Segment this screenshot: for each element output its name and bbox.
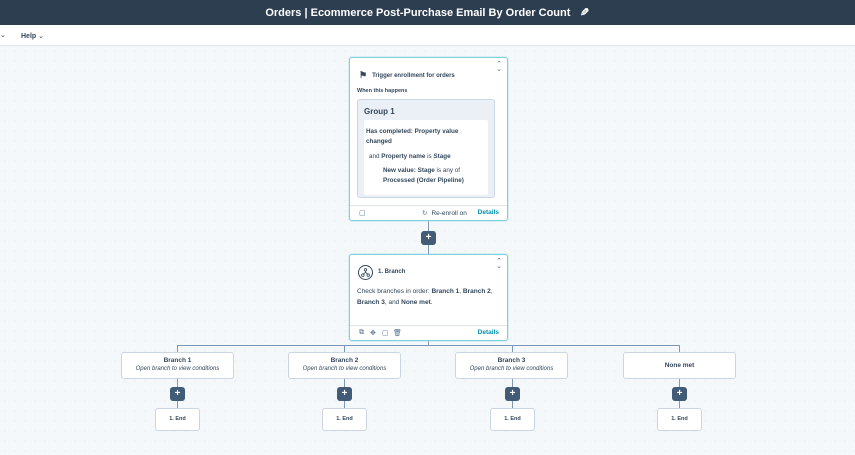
- end-action[interactable]: 1. End: [322, 408, 367, 431]
- pencil-icon[interactable]: ✎: [580, 6, 589, 19]
- menu-bar: ⌄ Help ⌄: [0, 25, 855, 46]
- collapse-icon[interactable]: ⌃ ⌄: [496, 258, 502, 270]
- workflow-title-bar: Orders | Ecommerce Post-Purchase Email B…: [0, 0, 855, 25]
- help-label: Help: [21, 33, 37, 40]
- connector-line: [428, 244, 429, 254]
- collapse-icon[interactable]: ⌃ ⌄: [496, 61, 502, 73]
- branch-action-card[interactable]: ⌃ ⌄ 1. Branch Check branches in order: Br…: [349, 254, 508, 341]
- connector-line: [679, 379, 680, 387]
- connector-line: [344, 345, 345, 352]
- help-menu[interactable]: Help ⌄: [21, 32, 44, 40]
- trigger-header: ⚑ Trigger enrollment for orders: [359, 70, 455, 81]
- trigger-card[interactable]: ⌃ ⌄ ⚑ Trigger enrollment for orders When …: [349, 57, 508, 221]
- branch-1-box[interactable]: Branch 1 Open branch to view conditions: [121, 352, 234, 379]
- connector-line: [177, 345, 680, 346]
- copy-icon[interactable]: ⧉: [359, 329, 364, 337]
- details-link[interactable]: Details: [478, 209, 499, 216]
- add-action-button[interactable]: +: [337, 387, 352, 401]
- branch-icon: [358, 265, 373, 280]
- delete-icon[interactable]: 🗑: [393, 329, 402, 337]
- connector-line: [512, 379, 513, 387]
- group-title: Group 1: [364, 107, 395, 116]
- connector-line: [512, 345, 513, 352]
- add-action-button[interactable]: +: [421, 231, 436, 245]
- trigger-title: Trigger enrollment for orders: [372, 72, 455, 79]
- condition-new-value: New value: Stage is any of Processed (Or…: [383, 167, 464, 184]
- branch-name: Branch 1: [163, 357, 192, 364]
- connector-line: [177, 345, 178, 352]
- workflow-title: Orders | Ecommerce Post-Purchase Email B…: [265, 6, 571, 19]
- branch-name: Branch 2: [330, 357, 359, 364]
- end-action[interactable]: 1. End: [490, 408, 535, 431]
- end-action[interactable]: 1. End: [155, 408, 200, 431]
- branch-description: Check branches in order: Branch 1, Branc…: [357, 288, 493, 306]
- sync-icon: ↻: [422, 210, 428, 217]
- none-met-box[interactable]: None met: [623, 352, 736, 379]
- details-link[interactable]: Details: [478, 329, 499, 336]
- add-action-button[interactable]: +: [672, 387, 687, 401]
- branch-name: None met: [664, 362, 695, 369]
- add-action-button[interactable]: +: [505, 387, 520, 401]
- branch-2-box[interactable]: Branch 2 Open branch to view conditions: [288, 352, 401, 379]
- connector-line: [177, 400, 178, 408]
- trigger-footer: ▢ ↻ Re-enroll on Details: [350, 205, 507, 220]
- connector-line: [344, 379, 345, 387]
- copy-icon[interactable]: ▢: [359, 209, 366, 217]
- branch-name: Branch 3: [497, 357, 526, 364]
- branch-action-title: 1. Branch: [378, 269, 406, 275]
- condition-completed: Has completed: Property value changed: [366, 128, 459, 145]
- connector-line: [177, 379, 178, 387]
- flag-icon: ⚑: [359, 70, 368, 80]
- move-icon[interactable]: ✥: [370, 329, 376, 337]
- branch-subtitle: Open branch to view conditions: [469, 366, 554, 372]
- filter-group[interactable]: Group 1 Has completed: Property value ch…: [357, 99, 495, 198]
- connector-line: [344, 400, 345, 408]
- branch-subtitle: Open branch to view conditions: [135, 366, 220, 372]
- connector-line: [428, 221, 429, 231]
- filter-conditions: Has completed: Property value changed an…: [364, 120, 488, 195]
- branch-footer: ⧉ ✥ ▢ 🗑 Details: [350, 325, 507, 340]
- condition-property: and Property name is Stage: [369, 153, 451, 160]
- connector-line: [512, 400, 513, 408]
- reenroll-toggle[interactable]: ↻ Re-enroll on: [422, 209, 467, 217]
- connector-line: [679, 345, 680, 352]
- branch-subtitle: Open branch to view conditions: [302, 366, 387, 372]
- branch-3-box[interactable]: Branch 3 Open branch to view conditions: [455, 352, 568, 379]
- chevron-down-icon: ⌄: [38, 33, 45, 40]
- connector-line: [679, 400, 680, 408]
- end-action[interactable]: 1. End: [657, 408, 702, 431]
- add-action-button[interactable]: +: [170, 387, 185, 401]
- clone-icon[interactable]: ▢: [382, 329, 389, 337]
- chevron-down-icon[interactable]: ⌄: [0, 31, 6, 39]
- when-label: When this happens: [357, 88, 408, 94]
